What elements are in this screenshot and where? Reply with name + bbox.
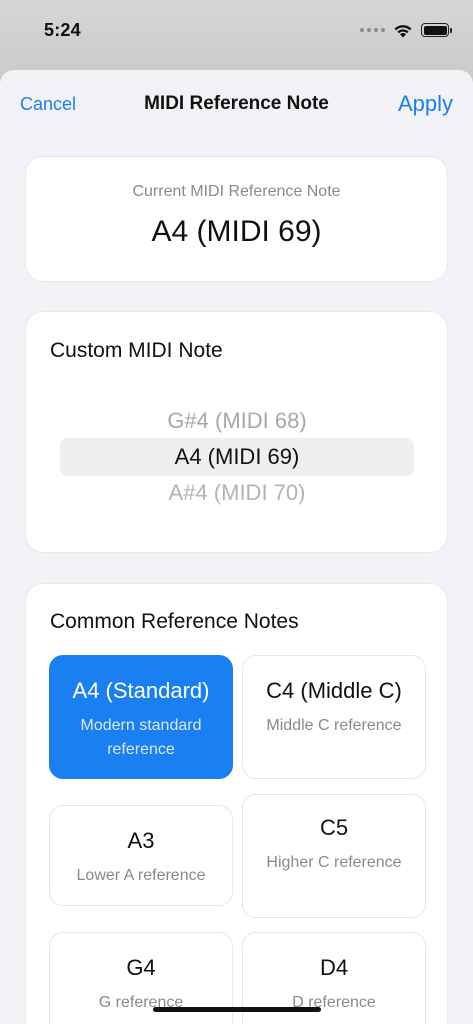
picker-option-next[interactable]: A#4 (MIDI 70) xyxy=(60,480,414,506)
reference-note-sheet: Cancel MIDI Reference Note Apply Current… xyxy=(0,70,473,1024)
note-tile-description: Higher C reference xyxy=(266,854,402,871)
note-tile-description: Middle C reference xyxy=(266,717,402,734)
note-tile-title: G4 xyxy=(126,955,156,980)
picker-option-selected[interactable]: A4 (MIDI 69) xyxy=(60,444,414,470)
status-icons xyxy=(360,23,452,38)
custom-note-heading: Custom MIDI Note xyxy=(50,339,223,362)
note-tile-title: A3 xyxy=(127,828,155,853)
cancel-button[interactable]: Cancel xyxy=(20,94,76,115)
status-bar: 5:24 xyxy=(0,0,473,60)
note-tile-description: Modern standard reference xyxy=(80,717,202,758)
battery-icon xyxy=(421,23,452,37)
wifi-icon xyxy=(394,24,412,37)
current-note-label: Current MIDI Reference Note xyxy=(132,183,341,200)
current-note-card: Current MIDI Reference Note A4 (MIDI 69) xyxy=(25,156,448,282)
custom-note-card: Custom MIDI Note G#4 (MIDI 68) A4 (MIDI … xyxy=(25,311,448,553)
note-tile-title: C4 (Middle C) xyxy=(266,678,402,703)
common-notes-heading: Common Reference Notes xyxy=(50,610,299,633)
note-tile-title: A4 (Standard) xyxy=(72,678,210,703)
note-tile-description: Lower A reference xyxy=(76,867,206,884)
status-time: 5:24 xyxy=(44,19,81,40)
note-tile-a3[interactable]: A3 Lower A reference xyxy=(49,805,233,906)
note-tile-a4-standard[interactable]: A4 (Standard) Modern standard reference xyxy=(49,655,233,779)
navigation-bar: Cancel MIDI Reference Note Apply xyxy=(0,70,473,138)
note-tile-c4-middle-c[interactable]: C4 (Middle C) Middle C reference xyxy=(242,655,426,779)
picker-option-previous[interactable]: G#4 (MIDI 68) xyxy=(60,408,414,434)
current-note-value: A4 (MIDI 69) xyxy=(151,215,322,248)
midi-note-picker[interactable]: G#4 (MIDI 68) A4 (MIDI 69) A#4 (MIDI 70) xyxy=(60,392,414,522)
common-notes-card: Common Reference Notes A4 (Standard) Mod… xyxy=(25,583,448,1024)
home-indicator xyxy=(153,1007,321,1012)
apply-button[interactable]: Apply xyxy=(398,91,453,117)
note-tile-c5[interactable]: C5 Higher C reference xyxy=(242,794,426,918)
note-tile-title: C5 xyxy=(319,815,349,840)
note-tile-title: D4 xyxy=(319,955,349,980)
cellular-dots-icon xyxy=(360,28,385,32)
